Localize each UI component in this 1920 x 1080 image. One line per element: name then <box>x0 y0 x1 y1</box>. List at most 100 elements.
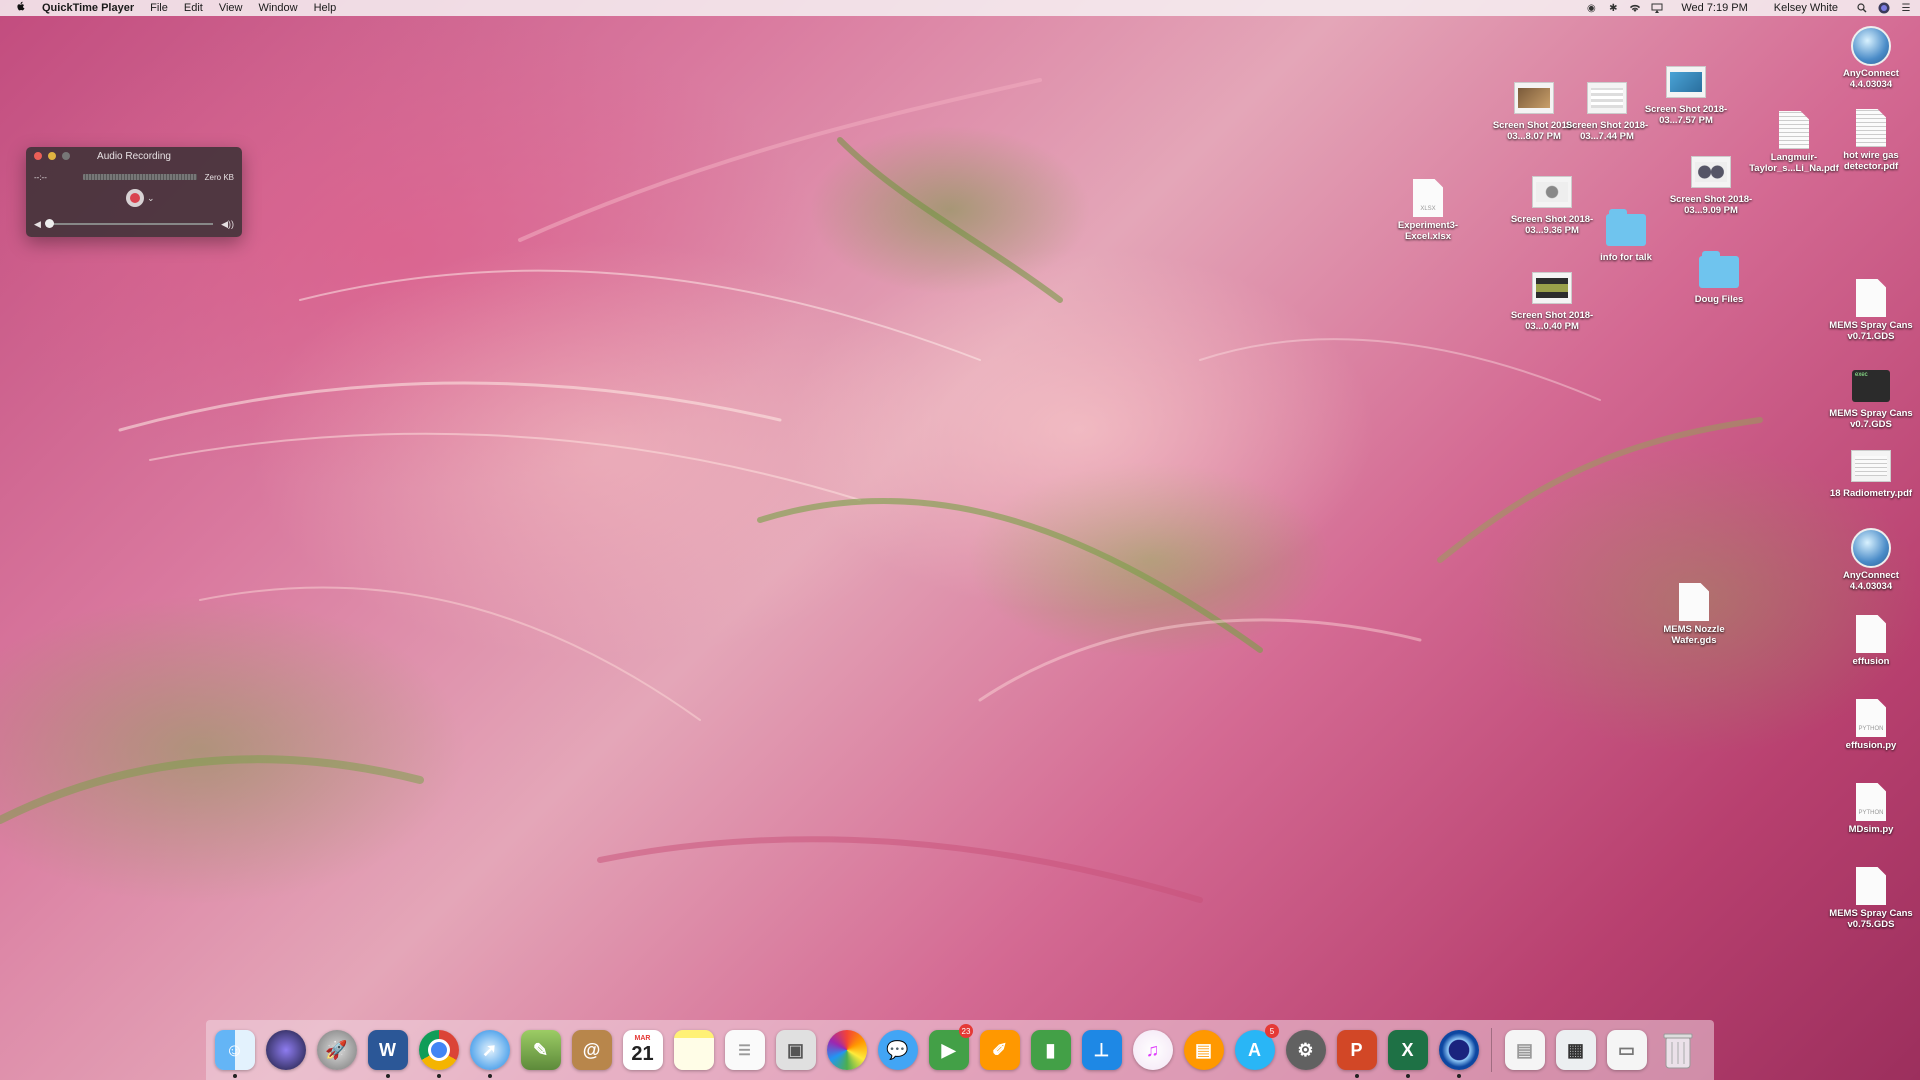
dock-reminders[interactable]: ☰ <box>722 1027 767 1073</box>
document-icon <box>1679 583 1709 621</box>
desktop-icon-doug-files[interactable]: Doug Files <box>1673 251 1765 305</box>
desktop-icon-mems-v075[interactable]: MEMS Spray Cans v0.75.GDS <box>1825 866 1917 930</box>
notes-icon <box>673 1030 714 1070</box>
itunes-icon: ♫ <box>1132 1030 1173 1070</box>
dock-photo-booth[interactable]: ▣ <box>773 1027 818 1073</box>
spotlight-icon[interactable] <box>1856 2 1868 14</box>
dock-calendar[interactable]: MAR 21 <box>620 1027 665 1073</box>
desktop-icon-mems-v07[interactable]: exec MEMS Spray Cans v0.7.GDS <box>1825 366 1917 430</box>
dock-notes[interactable] <box>671 1027 716 1073</box>
dock-keynote[interactable]: ⊥ <box>1079 1027 1124 1073</box>
desktop-icon-anyconnect[interactable]: AnyConnect 4.4.03034 <box>1825 26 1917 90</box>
edit-menu[interactable]: Edit <box>176 2 211 14</box>
photos-icon <box>826 1030 867 1070</box>
dock-downloads-stack[interactable]: ▦ <box>1553 1027 1598 1073</box>
dock-pages[interactable]: ✐ <box>977 1027 1022 1073</box>
dock-powerpoint[interactable]: P <box>1334 1027 1379 1078</box>
word-icon: W <box>367 1030 408 1070</box>
desktop-icon-radiometry-pdf[interactable]: 18 Radiometry.pdf <box>1825 446 1917 499</box>
photos-browser-icon: ▣ <box>775 1030 816 1070</box>
file-menu[interactable]: File <box>142 2 176 14</box>
elapsed-time: --:-- <box>34 172 47 182</box>
desktop-icon-mems-nozzle[interactable]: MEMS Nozzle Wafer.gds <box>1648 582 1740 646</box>
wallpaper <box>0 78 1763 903</box>
dock-app-store[interactable]: A 5 <box>1232 1024 1279 1073</box>
volume-knob[interactable] <box>44 219 54 228</box>
dock-system-preferences[interactable]: ⚙ <box>1283 1027 1328 1073</box>
executable-icon: exec <box>1852 370 1890 402</box>
dock-quicktime[interactable] <box>1436 1027 1481 1078</box>
facetime-badge: 23 <box>959 1024 973 1038</box>
apple-menu-icon[interactable] <box>8 1 34 15</box>
desktop-icon-experiment-excel[interactable]: XLSX Experiment3-Excel.xlsx <box>1382 178 1474 242</box>
dock-documents-stack[interactable]: ▤ <box>1502 1027 1547 1073</box>
dock-excel[interactable]: X <box>1385 1027 1430 1078</box>
desktop-icon-mems-v071[interactable]: MEMS Spray Cans v0.71.GDS <box>1825 278 1917 342</box>
dock-ibooks[interactable]: ▤ <box>1181 1027 1226 1073</box>
chevron-down-icon[interactable]: ⌄ <box>147 193 155 204</box>
image-thumbnail-icon <box>1514 82 1554 114</box>
safari-icon: ➚ <box>469 1030 510 1070</box>
close-button[interactable] <box>34 152 42 160</box>
bluetooth-icon[interactable]: ✱ <box>1607 2 1619 14</box>
desktop-icon-anyconnect-2[interactable]: AnyConnect 4.4.03034 <box>1825 528 1917 592</box>
record-button[interactable] <box>126 189 144 207</box>
audio-recording-window: Audio Recording --:-- Zero KB ⌄ ◀ ◀)) <box>26 147 242 237</box>
dock-numbers[interactable]: ▮ <box>1028 1027 1073 1073</box>
user-name[interactable]: Kelsey White <box>1766 2 1846 14</box>
pdf-document-icon <box>1856 109 1886 147</box>
app-store-badge: 5 <box>1265 1024 1279 1038</box>
app-menu[interactable]: QuickTime Player <box>34 2 142 14</box>
preview-icon: ✎ <box>520 1030 561 1070</box>
dock-safari[interactable]: ➚ <box>467 1027 512 1078</box>
zoom-button[interactable] <box>62 152 70 160</box>
dock-trash[interactable] <box>1655 1027 1700 1073</box>
desktop-icon-screenshot-040[interactable]: Screen Shot 2018-03...0.40 PM <box>1506 268 1598 332</box>
dock-word[interactable]: W <box>365 1027 410 1078</box>
dock-preview[interactable]: ✎ <box>518 1027 563 1073</box>
dock-separator <box>1491 1028 1492 1072</box>
desktop-icon-screenshot-757[interactable]: Screen Shot 2018-03...7.57 PM <box>1640 62 1732 126</box>
document-icon <box>1856 867 1886 905</box>
python-file-icon: PYTHON <box>1856 783 1886 821</box>
image-thumbnail-icon <box>1587 82 1627 114</box>
desktop-icon-hotwire-pdf[interactable]: hot wire gas detector.pdf <box>1825 108 1917 172</box>
dock-contacts[interactable]: @ <box>569 1027 614 1073</box>
dock-messages[interactable]: 💬 <box>875 1027 920 1073</box>
window-menu[interactable]: Window <box>250 2 305 14</box>
volume-low-icon: ◀ <box>34 218 41 229</box>
folder-icon <box>1606 209 1646 246</box>
view-menu[interactable]: View <box>211 2 251 14</box>
dock-launchpad[interactable]: 🚀 <box>314 1027 359 1073</box>
dock-itunes[interactable]: ♫ <box>1130 1027 1175 1073</box>
volume-slider[interactable] <box>44 219 214 228</box>
image-thumbnail-icon <box>1532 176 1572 208</box>
dock-finder[interactable]: ☺ <box>212 1027 257 1078</box>
minimize-button[interactable] <box>48 152 56 160</box>
airplay-icon[interactable] <box>1651 2 1663 14</box>
desktop-icon-effusion-py[interactable]: PYTHON effusion.py <box>1825 698 1917 751</box>
dock-chrome[interactable] <box>416 1027 461 1078</box>
dock-siri[interactable] <box>263 1027 308 1073</box>
help-menu[interactable]: Help <box>306 2 345 14</box>
dock-facetime[interactable]: ▶ 23 <box>926 1024 973 1073</box>
contacts-icon: @ <box>571 1030 612 1070</box>
clock[interactable]: Wed 7:19 PM <box>1673 2 1755 14</box>
desktop-icon-screenshot-909[interactable]: Screen Shot 2018-03...9.09 PM <box>1665 152 1757 216</box>
desktop-icon-info-for-talk[interactable]: info for talk <box>1580 209 1672 263</box>
record-icon <box>130 193 140 203</box>
notification-center-icon[interactable]: ☰ <box>1900 2 1912 14</box>
ibooks-icon: ▤ <box>1183 1030 1224 1070</box>
window-titlebar[interactable]: Audio Recording <box>26 147 242 165</box>
folder-icon <box>1699 251 1739 288</box>
level-meter <box>82 174 197 180</box>
menu-bar: QuickTime Player File Edit View Window H… <box>0 0 1920 16</box>
dock-photos[interactable] <box>824 1027 869 1073</box>
excel-icon: X <box>1387 1030 1428 1070</box>
dock-recent-window[interactable]: ▭ <box>1604 1027 1649 1073</box>
desktop-icon-mdsim-py[interactable]: PYTHON MDsim.py <box>1825 782 1917 835</box>
desktop-icon-effusion[interactable]: effusion <box>1825 614 1917 667</box>
wifi-icon[interactable] <box>1629 2 1641 14</box>
recording-status-icon[interactable]: ◉ <box>1585 2 1597 14</box>
siri-icon[interactable] <box>1878 2 1890 14</box>
